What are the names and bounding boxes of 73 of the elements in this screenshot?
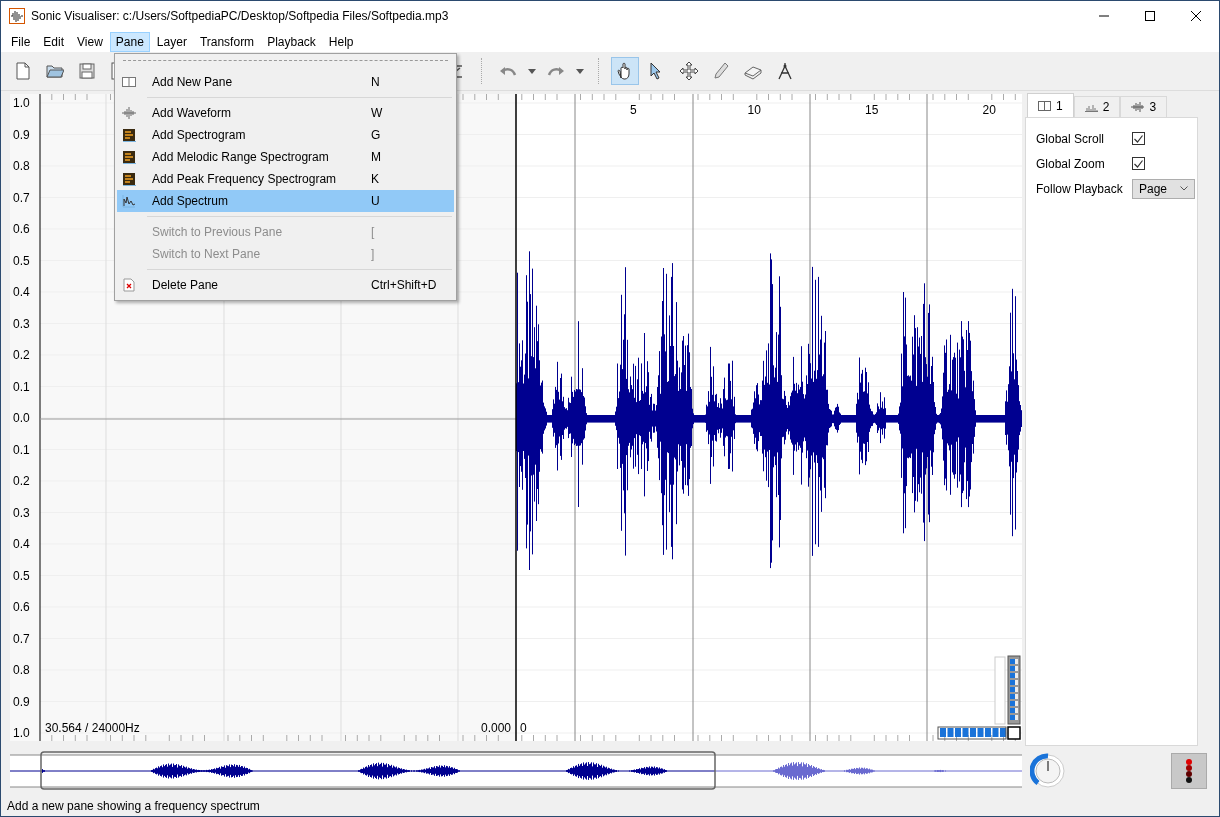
- ruler-label: 20: [982, 103, 996, 117]
- axis-label: 0.8: [13, 662, 31, 678]
- status-text: Add a new pane showing a frequency spectrum: [7, 799, 260, 813]
- tab[interactable]: 3: [1120, 96, 1168, 117]
- split-pane-icon: [1038, 100, 1051, 111]
- view-range-frame[interactable]: [40, 751, 716, 790]
- option-label: Global Scroll: [1036, 131, 1106, 146]
- axis-label: 0.8: [13, 158, 31, 174]
- window-title: Sonic Visualiser: c:/Users/SoftpediaPC/Desktop/Softpedia Files/Softpedia.mp3: [31, 9, 450, 23]
- spectrogram-icon: [122, 172, 136, 186]
- axis-label: 0.7: [13, 630, 31, 647]
- tab[interactable]: 1: [1027, 93, 1074, 117]
- playhead-label: 0: [520, 721, 527, 735]
- axis-label: 0.0: [13, 410, 31, 426]
- axis-label: 0.6: [13, 221, 31, 237]
- axis-label: 0.3: [13, 504, 31, 521]
- axis-label: 0.3: [13, 315, 31, 332]
- menu-item[interactable]: Playback: [261, 31, 322, 52]
- playback-button[interactable]: [1171, 753, 1207, 789]
- menu-entry[interactable]: Add Spectrogram G: [117, 124, 454, 146]
- menu-item[interactable]: Help: [322, 31, 360, 52]
- dropdown[interactable]: Page: [1132, 178, 1195, 199]
- split-pane-icon: [122, 75, 136, 89]
- ruler-label: 5: [630, 103, 637, 117]
- spectrogram-icon: [122, 150, 136, 164]
- tab[interactable]: 2: [1073, 96, 1121, 117]
- ruler-label: 15: [865, 103, 879, 117]
- axis-label: 0.5: [13, 252, 31, 269]
- maximize-icon[interactable]: [1145, 11, 1155, 21]
- option-label: Follow Playback: [1036, 181, 1124, 196]
- axis-label: 0.7: [13, 189, 31, 206]
- menu-item[interactable]: File: [5, 31, 37, 52]
- checkbox[interactable]: [1132, 132, 1145, 145]
- caret-icon: [1180, 186, 1188, 191]
- menu-item[interactable]: View: [71, 31, 109, 52]
- axis-label: 0.4: [13, 536, 31, 552]
- bar-graph-icon: [1084, 102, 1098, 112]
- axis-label: 0.4: [13, 284, 31, 300]
- app-icon: [9, 8, 25, 24]
- menu-entry[interactable]: Add New Pane N: [117, 71, 454, 93]
- position-info: 0.000: [480, 721, 511, 735]
- menu-entry[interactable]: Add Waveform W: [117, 102, 454, 124]
- menu-item[interactable]: Layer: [150, 31, 193, 52]
- menu-entry[interactable]: Delete Pane Ctrl+Shift+D: [117, 274, 454, 296]
- hand-icon[interactable]: [611, 57, 639, 85]
- light-dots-icon[interactable]: [1184, 759, 1194, 783]
- waveform-icon: [1131, 102, 1145, 112]
- spectrum-icon: [122, 194, 136, 208]
- axis-label: 0.9: [13, 126, 31, 143]
- menu-entry[interactable]: Add Peak Frequency Spectrogram K: [117, 168, 454, 190]
- axis-label: 1.0: [13, 95, 31, 111]
- option-label: Global Zoom: [1036, 156, 1106, 171]
- menu-item[interactable]: Pane: [109, 31, 150, 52]
- document-delete-icon: [122, 278, 136, 292]
- axis-label: 0.6: [13, 599, 31, 615]
- menu-entry[interactable]: Add Melodic Range Spectrogram M: [117, 146, 454, 168]
- menu-entry[interactable]: Add Spectrum U: [117, 190, 454, 212]
- duration-info: 30.564 / 24000Hz: [45, 721, 140, 735]
- waveform-icon: [122, 106, 136, 120]
- axis-label: 0.5: [13, 567, 31, 584]
- close-icon[interactable]: [1191, 11, 1201, 21]
- axis-label: 0.2: [13, 473, 31, 489]
- menu-item[interactable]: Edit: [37, 31, 71, 52]
- volume-knob[interactable]: [1030, 753, 1066, 789]
- axis-label: 0.1: [13, 378, 31, 395]
- axis-label: 0.9: [13, 693, 31, 710]
- axis-label: 0.1: [13, 441, 31, 458]
- axis-label: 0.2: [13, 347, 31, 363]
- spectrogram-icon: [122, 128, 136, 142]
- checkbox[interactable]: [1132, 157, 1145, 170]
- axis-label: 1.0: [13, 725, 31, 741]
- menu-item[interactable]: Transform: [193, 31, 261, 52]
- ruler-label: 10: [747, 103, 761, 117]
